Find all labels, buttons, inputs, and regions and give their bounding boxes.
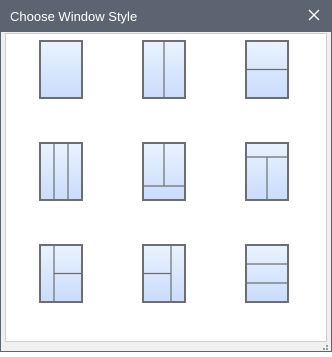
window-style-4-icon <box>39 142 83 201</box>
dialog-title: Choose Window Style <box>10 9 138 24</box>
window-style-grid <box>5 33 327 342</box>
window-style-9-icon <box>245 244 289 303</box>
window-style-1-icon <box>39 40 83 99</box>
window-style-6-icon <box>245 142 289 201</box>
style-two-horizontal-panes[interactable] <box>245 40 289 99</box>
style-three-horizontal-panes[interactable] <box>245 244 289 303</box>
style-left-tall-right-split[interactable] <box>39 244 83 303</box>
style-two-vertical-panes[interactable] <box>142 40 186 99</box>
window-style-5-icon <box>142 142 186 201</box>
style-three-vertical-panes[interactable] <box>39 142 83 201</box>
window-style-3-icon <box>245 40 289 99</box>
choose-window-style-dialog: Choose Window Style <box>0 0 332 352</box>
close-button[interactable] <box>297 1 331 32</box>
title-bar[interactable]: Choose Window Style <box>1 1 331 32</box>
resize-grip-icon[interactable] <box>319 339 329 350</box>
window-style-2-icon <box>142 40 186 99</box>
window-style-8-icon <box>142 244 186 303</box>
window-style-7-icon <box>39 244 83 303</box>
style-single-pane[interactable] <box>39 40 83 99</box>
style-wide-top-over-split-bottom[interactable] <box>245 142 289 201</box>
close-icon <box>308 8 320 26</box>
style-top-split-over-wide-bottom[interactable] <box>142 142 186 201</box>
style-left-split-right-tall[interactable] <box>142 244 186 303</box>
